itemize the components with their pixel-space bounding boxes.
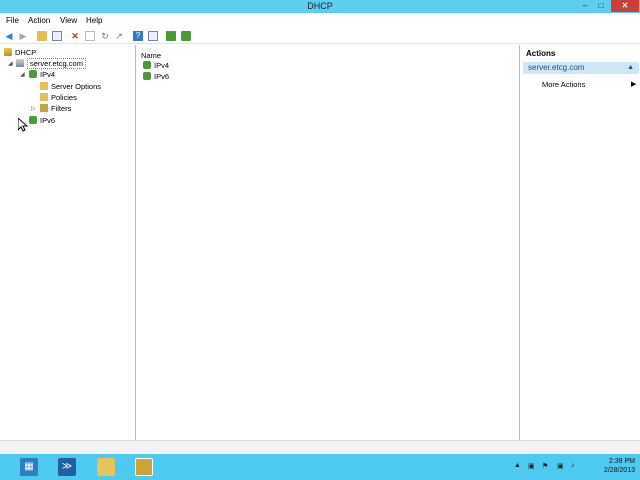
status-bar xyxy=(0,440,640,454)
list-item[interactable]: IPv4 xyxy=(143,60,169,71)
toolbar: ◀ ▶ ✕ ↻ ↗ ? xyxy=(0,28,640,44)
view-icon[interactable] xyxy=(148,31,158,41)
mouse-cursor-icon xyxy=(18,118,28,132)
help-icon[interactable]: ? xyxy=(133,31,143,41)
refresh-icon[interactable]: ↻ xyxy=(100,31,110,41)
ipv4-icon xyxy=(29,70,37,78)
tree-item-filters[interactable]: Filters xyxy=(40,103,71,114)
console-tree: DHCP ◢ server.etcg.com ◢ IPv4 Server Opt… xyxy=(0,45,136,440)
expand-icon[interactable]: ▷ xyxy=(31,105,36,112)
taskbar: ▦ ≫ ▲ ▣ ⚑ ▣ ♪ xyxy=(0,454,640,480)
more-actions-link[interactable]: More Actions xyxy=(542,80,585,89)
ipv6-icon xyxy=(29,116,37,124)
menu-help[interactable]: Help xyxy=(86,16,102,25)
filter-icon xyxy=(40,104,48,112)
tray-arrow-icon[interactable]: ▲ xyxy=(514,462,521,469)
window-title: DHCP xyxy=(307,1,333,11)
tree-item-policies[interactable]: Policies xyxy=(40,92,77,103)
collapse-icon[interactable]: ◢ xyxy=(8,60,13,67)
back-icon[interactable]: ◀ xyxy=(4,31,14,41)
actions-section-server[interactable]: server.etcg.com ▲ xyxy=(523,62,639,74)
tree-item-dhcp[interactable]: DHCP xyxy=(4,47,36,58)
menu-action[interactable]: Action xyxy=(28,16,50,25)
network-icon[interactable] xyxy=(181,31,191,41)
show-hide-tree-icon[interactable] xyxy=(52,31,62,41)
properties-icon[interactable] xyxy=(85,31,95,41)
tray-network-icon[interactable]: ▣ xyxy=(528,462,535,470)
folder-icon xyxy=(40,93,48,101)
dhcp-app-icon[interactable] xyxy=(135,458,153,476)
clock-time: 2:39 PM xyxy=(608,458,635,465)
tray-flag-icon[interactable]: ⚑ xyxy=(542,462,548,470)
folder-icon xyxy=(40,82,48,90)
tree-item-server-label: server.etcg.com xyxy=(27,58,86,69)
tray-volume-icon[interactable]: ♪ xyxy=(571,462,575,469)
forward-icon[interactable]: ▶ xyxy=(18,31,28,41)
monitor-icon[interactable] xyxy=(166,31,176,41)
results-pane: Name IPv4 IPv6 xyxy=(137,45,520,440)
collapse-up-icon[interactable]: ▲ xyxy=(627,62,634,74)
delete-icon[interactable]: ✕ xyxy=(70,31,80,41)
list-item[interactable]: IPv6 xyxy=(143,71,169,82)
dhcp-icon xyxy=(4,48,12,56)
minimize-button[interactable]: – xyxy=(578,0,592,12)
menu-file[interactable]: File xyxy=(6,16,19,25)
ipv6-icon xyxy=(143,72,151,80)
up-icon[interactable] xyxy=(37,31,47,41)
menu-view[interactable]: View xyxy=(60,16,77,25)
close-button[interactable]: ✕ xyxy=(611,0,639,12)
actions-header: Actions xyxy=(526,49,556,58)
maximize-button[interactable]: □ xyxy=(594,0,608,12)
tree-item-ipv6[interactable]: IPv6 xyxy=(29,115,55,126)
title-bar: DHCP – □ ✕ xyxy=(0,0,640,13)
menu-bar: File Action View Help xyxy=(0,14,640,27)
collapse-icon[interactable]: ◢ xyxy=(20,71,25,78)
taskbar-clock[interactable]: 2:39 PM 2/28/2013 xyxy=(585,457,635,475)
actions-section-label: server.etcg.com xyxy=(528,63,585,72)
explorer-icon[interactable] xyxy=(97,458,115,476)
tree-item-server[interactable]: server.etcg.com xyxy=(16,58,86,69)
column-header-name[interactable]: Name xyxy=(141,51,161,60)
tree-item-server-options[interactable]: Server Options xyxy=(40,81,101,92)
chevron-right-icon[interactable]: ▶ xyxy=(631,80,636,88)
tree-item-ipv4[interactable]: IPv4 xyxy=(29,69,55,80)
actions-pane: Actions server.etcg.com ▲ More Actions ▶ xyxy=(521,45,640,440)
tray-display-icon[interactable]: ▣ xyxy=(557,462,564,470)
clock-date: 2/28/2013 xyxy=(603,467,635,474)
powershell-icon[interactable]: ≫ xyxy=(58,458,76,476)
export-icon[interactable]: ↗ xyxy=(114,31,124,41)
server-icon xyxy=(16,59,24,67)
ipv4-icon xyxy=(143,61,151,69)
server-manager-icon[interactable]: ▦ xyxy=(20,458,38,476)
